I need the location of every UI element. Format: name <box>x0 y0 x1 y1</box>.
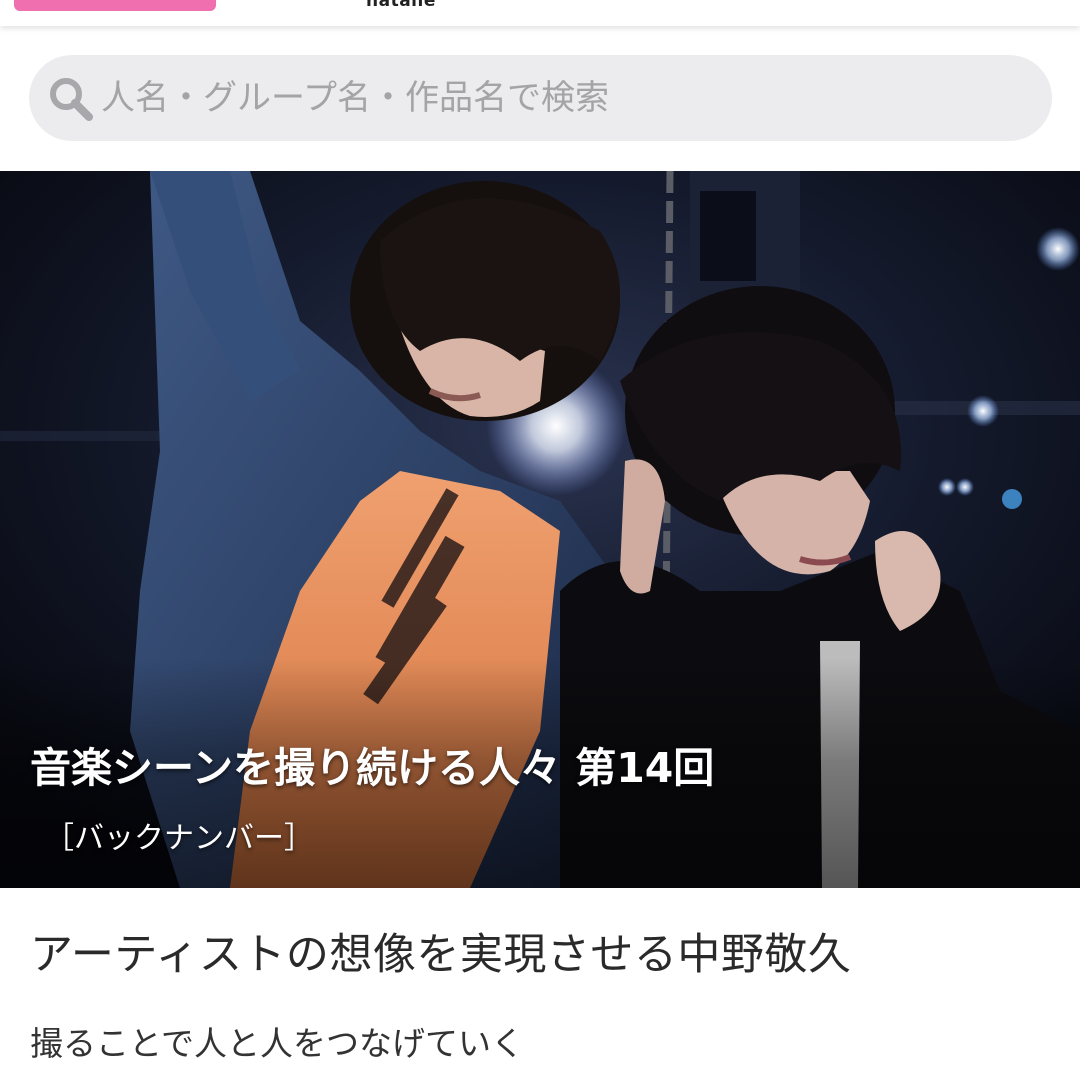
search-bar[interactable] <box>29 55 1052 141</box>
hero-banner[interactable]: 音楽シーンを撮り続ける人々 第14回 ［バックナンバー］ <box>0 171 1080 888</box>
article-title[interactable]: アーティストの想像を実現させる中野敬久 <box>30 920 851 982</box>
hero-title[interactable]: 音楽シーンを撮り続ける人々 第14回 <box>30 734 714 794</box>
article-subtitle: 撮ることで人と人をつなげていく <box>30 1024 525 1063</box>
nav-menu-tab[interactable] <box>14 0 216 11</box>
page: natalie 人名・グループ名・作品名で検索 音楽シーンを撮り続ける人々 第1… <box>0 0 1080 1080</box>
search-icon <box>50 78 93 121</box>
site-header: natalie <box>0 0 1080 26</box>
site-logo[interactable]: natalie <box>366 0 436 10</box>
search-input[interactable] <box>101 55 1021 141</box>
backnumber-link[interactable]: ［バックナンバー］ <box>44 813 314 857</box>
